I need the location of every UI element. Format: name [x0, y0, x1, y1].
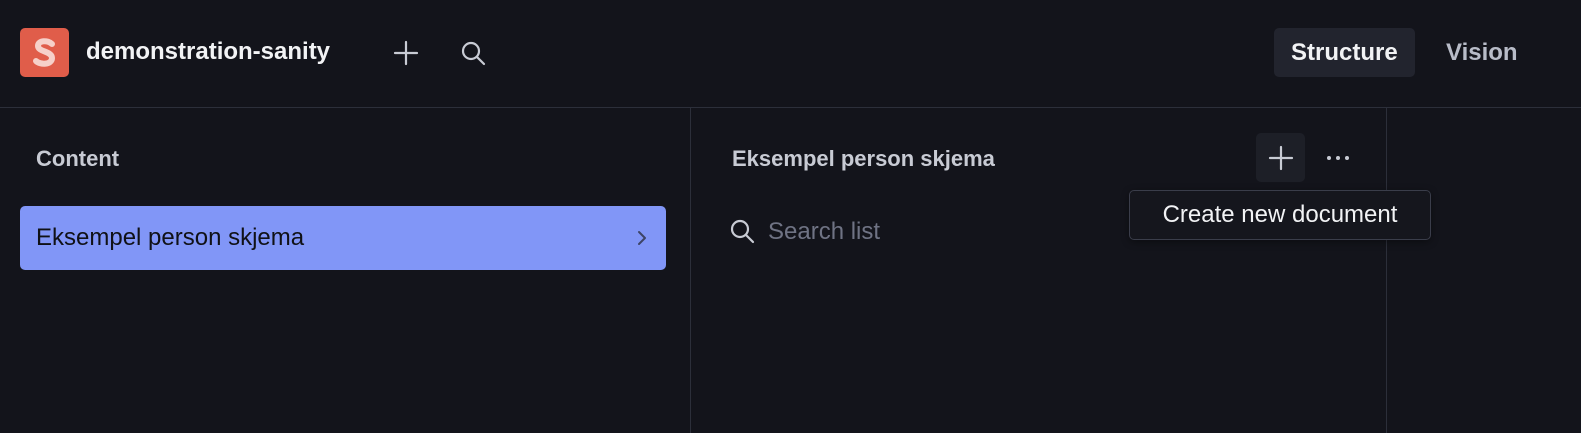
- list-pane-title: Eksempel person skjema: [732, 146, 995, 171]
- content-pane-title: Content: [36, 146, 120, 171]
- tool-vision-tab[interactable]: Vision: [1429, 28, 1535, 77]
- ellipsis-icon: [1326, 155, 1349, 160]
- search-list-icon-wrap: [728, 217, 756, 245]
- search-icon: [461, 41, 486, 66]
- content-item-eksempel-person-skjema[interactable]: Eksempel person skjema: [20, 206, 666, 270]
- global-search-button[interactable]: [453, 33, 493, 73]
- sanity-logo-icon: [32, 37, 55, 67]
- top-navbar: demonstration-sanity Structure Vision: [0, 0, 1581, 108]
- pane-menu-button[interactable]: [1313, 133, 1362, 182]
- search-list-input[interactable]: [768, 210, 1148, 254]
- search-icon: [730, 219, 755, 244]
- plus-icon: [393, 40, 419, 66]
- project-logo[interactable]: [20, 28, 69, 77]
- pane-divider[interactable]: [690, 108, 691, 433]
- create-document-tooltip: Create new document: [1129, 190, 1431, 240]
- project-name[interactable]: demonstration-sanity: [86, 38, 330, 66]
- pane-divider[interactable]: [1386, 108, 1387, 433]
- content-item-label: Eksempel person skjema: [36, 224, 305, 251]
- tool-structure-tab[interactable]: Structure: [1274, 28, 1415, 77]
- create-document-button[interactable]: [1256, 133, 1305, 182]
- chevron-right-icon: [638, 231, 646, 245]
- plus-icon: [1268, 145, 1293, 170]
- create-new-button[interactable]: [386, 33, 426, 73]
